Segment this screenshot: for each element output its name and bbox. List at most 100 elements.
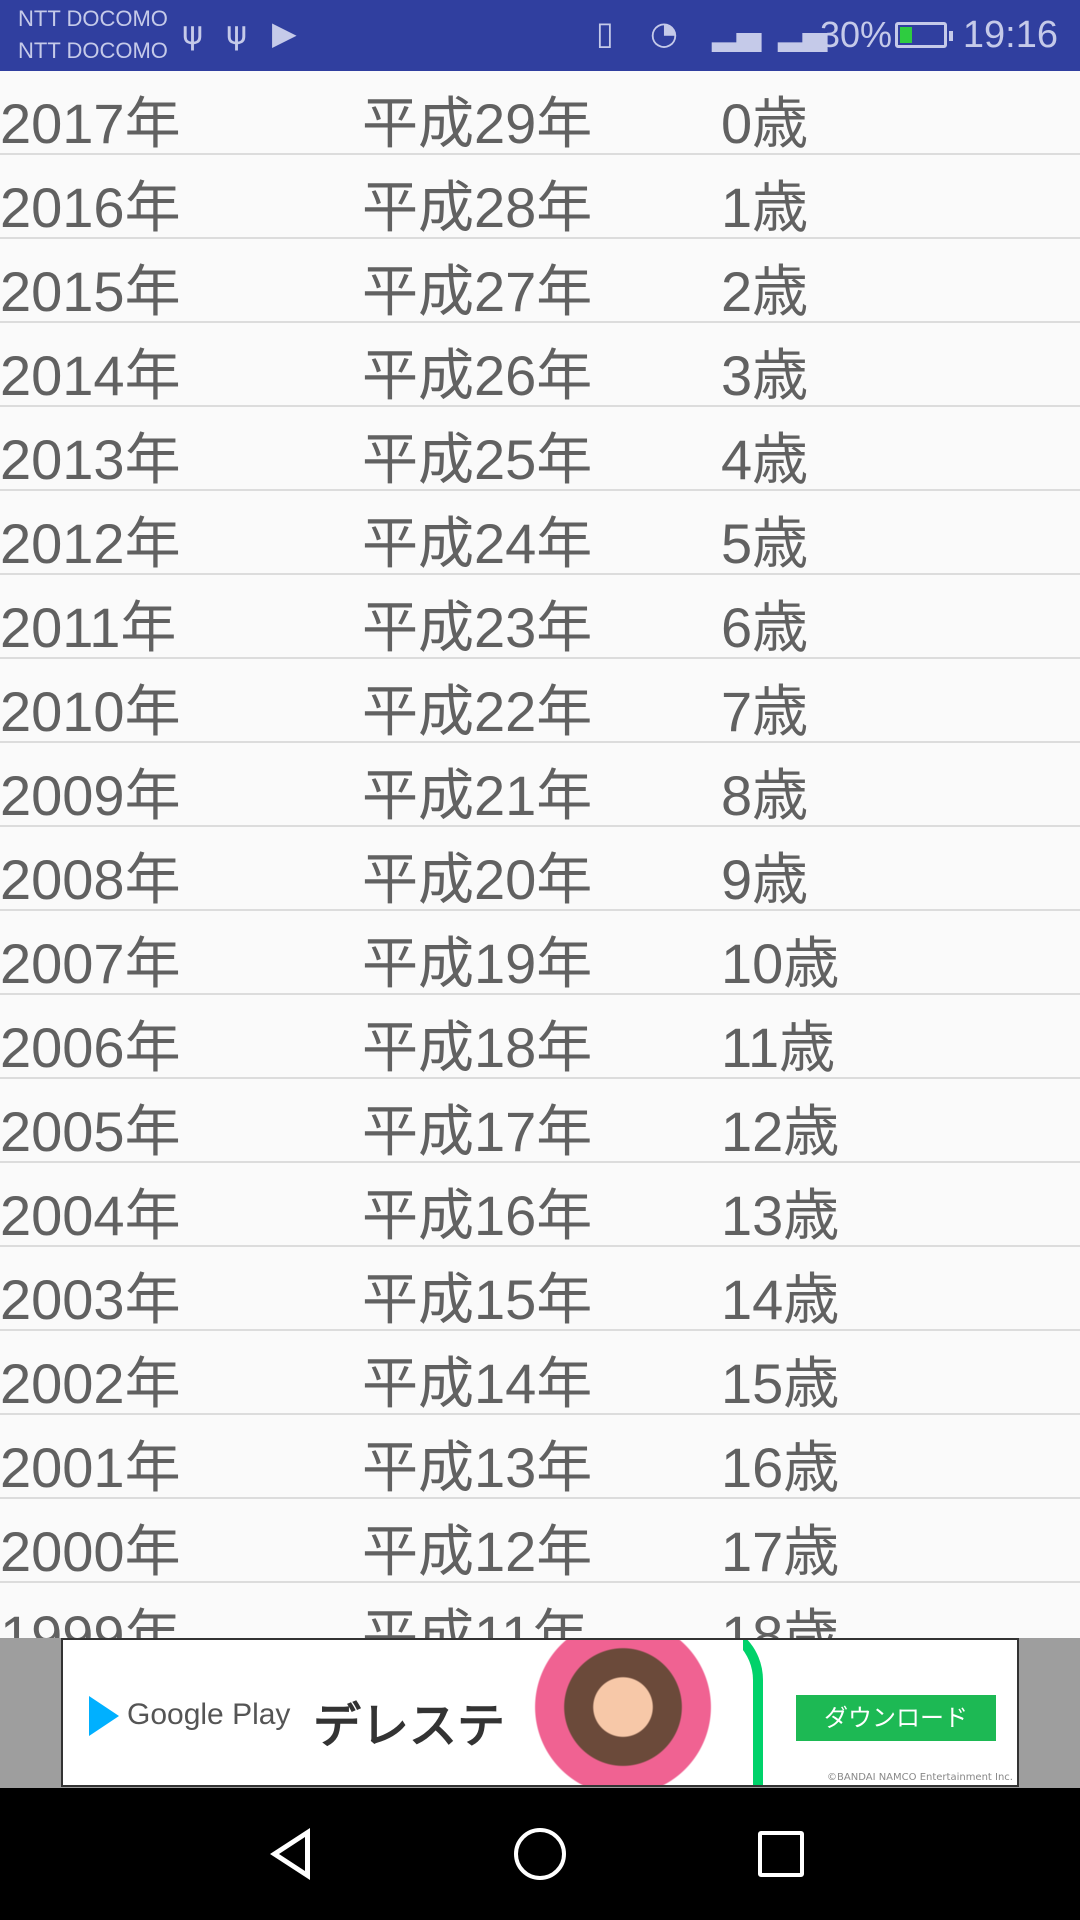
year-cell: 2001年 bbox=[0, 1436, 181, 1499]
era-cell: 平成23年 bbox=[362, 596, 593, 659]
era-cell: 平成22年 bbox=[362, 680, 593, 743]
list-item[interactable]: 2000年 平成12年 17歳 bbox=[0, 1499, 1080, 1583]
age-cell: 17歳 bbox=[721, 1520, 840, 1583]
year-cell: 2009年 bbox=[0, 764, 181, 827]
year-cell: 2003年 bbox=[0, 1268, 181, 1331]
list-item[interactable]: 2006年 平成18年 11歳 bbox=[0, 995, 1080, 1079]
list-item[interactable]: 2017年 平成29年 0歳 bbox=[0, 71, 1080, 155]
age-cell: 16歳 bbox=[721, 1436, 840, 1499]
era-cell: 平成17年 bbox=[362, 1100, 593, 1163]
back-icon[interactable] bbox=[270, 1828, 310, 1880]
ad-character-image bbox=[503, 1640, 743, 1785]
vibrate-icon: ▯ bbox=[596, 14, 614, 52]
age-cell: 7歳 bbox=[721, 680, 809, 743]
year-cell: 2017年 bbox=[0, 92, 181, 155]
age-cell: 8歳 bbox=[721, 764, 809, 827]
age-cell: 3歳 bbox=[721, 344, 809, 407]
clock: 19:16 bbox=[962, 14, 1058, 56]
carrier-1: NTT DOCOMO bbox=[18, 6, 168, 31]
list-item[interactable]: 2009年 平成21年 8歳 bbox=[0, 743, 1080, 827]
google-play-logo: Google Play bbox=[89, 1696, 290, 1736]
age-cell: 13歳 bbox=[721, 1184, 840, 1247]
year-cell: 2005年 bbox=[0, 1100, 181, 1163]
store-label: Google Play bbox=[127, 1697, 291, 1731]
era-cell: 平成11年 bbox=[362, 1604, 589, 1638]
ad-copyright: ©BANDAI NAMCO Entertainment Inc. bbox=[827, 1772, 1013, 1783]
age-cell: 2歳 bbox=[721, 260, 809, 323]
status-bar: NTT DOCOMO NTT DOCOMO ψ ψ ▶ ▯ ◔ ▂▄ ▂▄ 30… bbox=[0, 0, 1080, 71]
era-cell: 平成15年 bbox=[362, 1268, 593, 1331]
list-item[interactable]: 2005年 平成17年 12歳 bbox=[0, 1079, 1080, 1163]
list-item[interactable]: 2014年 平成26年 3歳 bbox=[0, 323, 1080, 407]
list-item[interactable]: 2008年 平成20年 9歳 bbox=[0, 827, 1080, 911]
download-button[interactable]: ダウンロード bbox=[796, 1695, 996, 1741]
carrier-2: NTT DOCOMO bbox=[18, 38, 168, 63]
ad-title: デレステ bbox=[313, 1698, 506, 1754]
era-cell: 平成25年 bbox=[362, 428, 593, 491]
recents-icon[interactable] bbox=[758, 1831, 804, 1877]
age-cell: 6歳 bbox=[721, 596, 809, 659]
age-cell: 12歳 bbox=[721, 1100, 840, 1163]
era-cell: 平成20年 bbox=[362, 848, 593, 911]
google-play-icon bbox=[89, 1696, 119, 1736]
year-cell: 2010年 bbox=[0, 680, 181, 743]
year-cell: 2004年 bbox=[0, 1184, 181, 1247]
year-cell: 1999年 bbox=[0, 1604, 181, 1638]
usb-icon: ψ bbox=[182, 14, 204, 52]
battery-percent: 30% bbox=[820, 14, 893, 55]
list-item[interactable]: 2012年 平成24年 5歳 bbox=[0, 491, 1080, 575]
age-cell: 15歳 bbox=[721, 1352, 840, 1415]
era-cell: 平成16年 bbox=[362, 1184, 593, 1247]
era-cell: 平成28年 bbox=[362, 176, 593, 239]
age-cell: 1歳 bbox=[721, 176, 809, 239]
age-cell: 10歳 bbox=[721, 932, 840, 995]
list-item[interactable]: 2010年 平成22年 7歳 bbox=[0, 659, 1080, 743]
era-cell: 平成29年 bbox=[362, 92, 593, 155]
age-cell: 5歳 bbox=[721, 512, 809, 575]
era-cell: 平成14年 bbox=[362, 1352, 593, 1415]
year-cell: 2000年 bbox=[0, 1520, 181, 1583]
home-icon[interactable] bbox=[514, 1828, 566, 1880]
era-cell: 平成21年 bbox=[362, 764, 593, 827]
age-cell: 11歳 bbox=[721, 1016, 836, 1079]
list-item[interactable]: 2001年 平成13年 16歳 bbox=[0, 1415, 1080, 1499]
ad-banner-container: Google Play デレステ ダウンロード ©BANDAI NAMCO En… bbox=[0, 1638, 1080, 1788]
ad-banner[interactable]: Google Play デレステ ダウンロード ©BANDAI NAMCO En… bbox=[61, 1638, 1019, 1787]
era-cell: 平成12年 bbox=[362, 1520, 593, 1583]
list-item[interactable]: 2016年 平成28年 1歳 bbox=[0, 155, 1080, 239]
year-cell: 2002年 bbox=[0, 1352, 181, 1415]
era-cell: 平成19年 bbox=[362, 932, 593, 995]
era-cell: 平成18年 bbox=[362, 1016, 593, 1079]
navigation-bar bbox=[0, 1788, 1080, 1920]
list-item[interactable]: 2002年 平成14年 15歳 bbox=[0, 1331, 1080, 1415]
list-item[interactable]: 2004年 平成16年 13歳 bbox=[0, 1163, 1080, 1247]
year-cell: 2006年 bbox=[0, 1016, 181, 1079]
era-cell: 平成26年 bbox=[362, 344, 593, 407]
usb-icon: ψ bbox=[226, 14, 248, 52]
year-cell: 2015年 bbox=[0, 260, 181, 323]
age-cell: 14歳 bbox=[721, 1268, 840, 1331]
era-cell: 平成13年 bbox=[362, 1436, 593, 1499]
age-cell: 9歳 bbox=[721, 848, 809, 911]
year-cell: 2016年 bbox=[0, 176, 181, 239]
era-cell: 平成27年 bbox=[362, 260, 593, 323]
list-item[interactable]: 2013年 平成25年 4歳 bbox=[0, 407, 1080, 491]
year-cell: 2013年 bbox=[0, 428, 181, 491]
year-cell: 2007年 bbox=[0, 932, 181, 995]
battery-icon bbox=[895, 22, 953, 48]
year-cell: 2014年 bbox=[0, 344, 181, 407]
list-item[interactable]: 2007年 平成19年 10歳 bbox=[0, 911, 1080, 995]
download-done-icon: ▶ bbox=[272, 14, 297, 52]
list-item[interactable]: 2015年 平成27年 2歳 bbox=[0, 239, 1080, 323]
era-cell: 平成24年 bbox=[362, 512, 593, 575]
wifi-icon: ◔ bbox=[650, 14, 678, 52]
list-item[interactable]: 2011年 平成23年 6歳 bbox=[0, 575, 1080, 659]
year-list[interactable]: 2017年 平成29年 0歳 2016年 平成28年 1歳 2015年 平成27年 2歳 2014… bbox=[0, 71, 1080, 1638]
age-cell: 4歳 bbox=[721, 428, 809, 491]
age-cell: 0歳 bbox=[721, 92, 809, 155]
year-cell: 2008年 bbox=[0, 848, 181, 911]
signal-icon: ▂▄ bbox=[712, 14, 762, 52]
age-cell: 18歳 bbox=[721, 1604, 840, 1638]
list-item[interactable]: 2003年 平成15年 14歳 bbox=[0, 1247, 1080, 1331]
list-item[interactable]: 1999年 平成11年 18歳 bbox=[0, 1583, 1080, 1638]
